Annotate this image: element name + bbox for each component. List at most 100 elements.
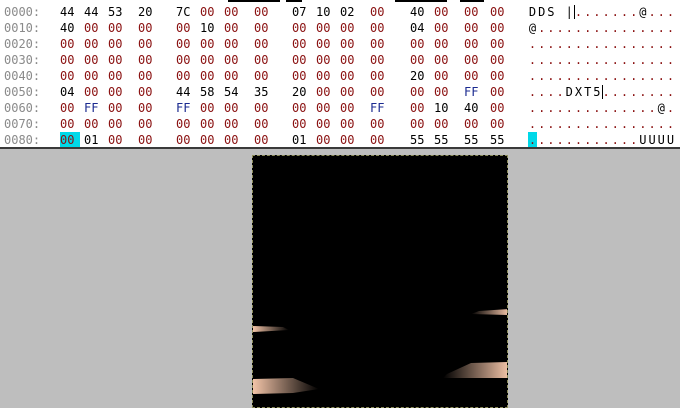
ascii-char[interactable]: . (666, 68, 675, 84)
hex-byte[interactable]: 20 (138, 4, 158, 20)
ascii-char[interactable]: . (592, 4, 601, 20)
hex-byte[interactable]: 00 (176, 36, 196, 52)
hex-byte[interactable]: 00 (340, 20, 360, 36)
ascii-char[interactable]: . (537, 132, 546, 148)
hex-byte[interactable]: 00 (176, 132, 196, 148)
hex-byte[interactable]: 00 (108, 116, 128, 132)
ascii-char[interactable]: . (611, 132, 620, 148)
ascii-char[interactable]: . (574, 116, 583, 132)
ascii-char[interactable]: . (537, 100, 546, 116)
ascii-char[interactable]: X (574, 84, 583, 100)
ascii-char[interactable]: 5 (592, 84, 601, 100)
ascii-char[interactable]: . (556, 36, 565, 52)
hex-byte[interactable]: 00 (292, 52, 312, 68)
hex-byte[interactable]: 40 (410, 4, 430, 20)
hex-byte[interactable]: 00 (434, 116, 454, 132)
hex-byte[interactable]: 20 (292, 84, 312, 100)
hex-byte[interactable]: 00 (464, 68, 484, 84)
ascii-char[interactable]: . (620, 52, 629, 68)
ascii-char[interactable]: . (629, 20, 638, 36)
ascii-char[interactable]: . (574, 20, 583, 36)
ascii-char[interactable]: . (602, 4, 611, 20)
ascii-char[interactable]: . (574, 100, 583, 116)
hex-byte[interactable]: 7C (176, 4, 196, 20)
hex-byte[interactable]: 01 (84, 132, 104, 148)
ascii-char[interactable]: . (546, 132, 555, 148)
hex-byte[interactable]: 10 (316, 4, 336, 20)
ascii-char[interactable]: . (602, 52, 611, 68)
ascii-char[interactable]: . (537, 36, 546, 52)
hex-byte[interactable]: 00 (108, 20, 128, 36)
hex-byte[interactable]: 00 (316, 52, 336, 68)
ascii-char[interactable]: . (537, 68, 546, 84)
hex-byte[interactable]: 00 (200, 4, 220, 20)
ascii-char[interactable]: . (602, 100, 611, 116)
hex-byte[interactable]: 00 (464, 52, 484, 68)
ascii-char[interactable]: . (537, 52, 546, 68)
hex-byte[interactable]: 00 (84, 68, 104, 84)
ascii-char[interactable]: . (620, 36, 629, 52)
ascii-char[interactable]: . (657, 116, 666, 132)
ascii-char[interactable]: . (565, 20, 574, 36)
hex-byte[interactable]: 10 (434, 100, 454, 116)
ascii-char[interactable]: . (546, 84, 555, 100)
hex-byte[interactable]: 00 (370, 36, 390, 52)
hex-byte[interactable]: 00 (108, 100, 128, 116)
hex-byte[interactable]: 00 (224, 36, 244, 52)
hex-byte[interactable]: 00 (434, 20, 454, 36)
hex-byte[interactable]: 00 (410, 100, 430, 116)
ascii-char[interactable]: . (638, 84, 647, 100)
ascii-char[interactable]: . (648, 4, 657, 20)
ascii-char[interactable]: . (629, 68, 638, 84)
hex-byte[interactable]: 00 (340, 84, 360, 100)
hex-byte[interactable]: 00 (84, 84, 104, 100)
hex-byte[interactable]: 00 (340, 100, 360, 116)
ascii-char[interactable]: . (648, 116, 657, 132)
hex-byte[interactable]: 44 (84, 4, 104, 20)
hex-byte[interactable]: FF (176, 100, 196, 116)
hex-byte[interactable]: 00 (464, 116, 484, 132)
hex-byte[interactable]: 00 (138, 20, 158, 36)
hex-byte[interactable]: 00 (224, 100, 244, 116)
hex-byte[interactable]: 00 (224, 116, 244, 132)
ascii-char[interactable]: . (666, 36, 675, 52)
hex-byte[interactable]: 00 (84, 116, 104, 132)
hex-byte[interactable]: 00 (176, 68, 196, 84)
hex-byte[interactable]: 00 (434, 52, 454, 68)
hex-byte[interactable]: 00 (138, 132, 158, 148)
hex-byte[interactable]: 00 (316, 132, 336, 148)
hex-byte[interactable]: 00 (108, 36, 128, 52)
ascii-char[interactable]: . (648, 36, 657, 52)
hex-byte[interactable]: 00 (60, 52, 80, 68)
hex-byte[interactable]: 00 (200, 100, 220, 116)
ascii-char[interactable]: . (602, 36, 611, 52)
ascii-char[interactable]: . (546, 68, 555, 84)
hex-byte[interactable]: 00 (292, 20, 312, 36)
ascii-char[interactable]: . (583, 52, 592, 68)
ascii-char[interactable]: . (611, 84, 620, 100)
hex-byte[interactable]: 00 (60, 116, 80, 132)
ascii-char[interactable]: . (620, 100, 629, 116)
hex-byte[interactable]: 58 (200, 84, 220, 100)
ascii-char[interactable]: U (657, 132, 666, 148)
hex-byte[interactable]: 00 (340, 36, 360, 52)
hex-byte[interactable]: 00 (224, 20, 244, 36)
ascii-char[interactable]: S (546, 4, 555, 20)
hex-byte[interactable]: 00 (370, 4, 390, 20)
hex-byte[interactable]: 00 (370, 84, 390, 100)
ascii-char[interactable]: . (611, 20, 620, 36)
ascii-char[interactable]: U (666, 132, 675, 148)
ascii-char[interactable]: . (629, 4, 638, 20)
ascii-char[interactable]: . (620, 68, 629, 84)
ascii-char[interactable]: . (657, 84, 666, 100)
texture-preview[interactable] (252, 155, 508, 408)
ascii-char[interactable]: . (657, 68, 666, 84)
hex-byte[interactable]: 00 (490, 100, 510, 116)
hex-byte[interactable]: 00 (316, 116, 336, 132)
ascii-char[interactable]: . (583, 4, 592, 20)
hex-byte[interactable]: 00 (370, 132, 390, 148)
hex-byte[interactable]: FF (370, 100, 390, 116)
ascii-char[interactable]: . (666, 100, 675, 116)
ascii-char[interactable]: . (657, 52, 666, 68)
hex-byte[interactable]: 00 (84, 36, 104, 52)
